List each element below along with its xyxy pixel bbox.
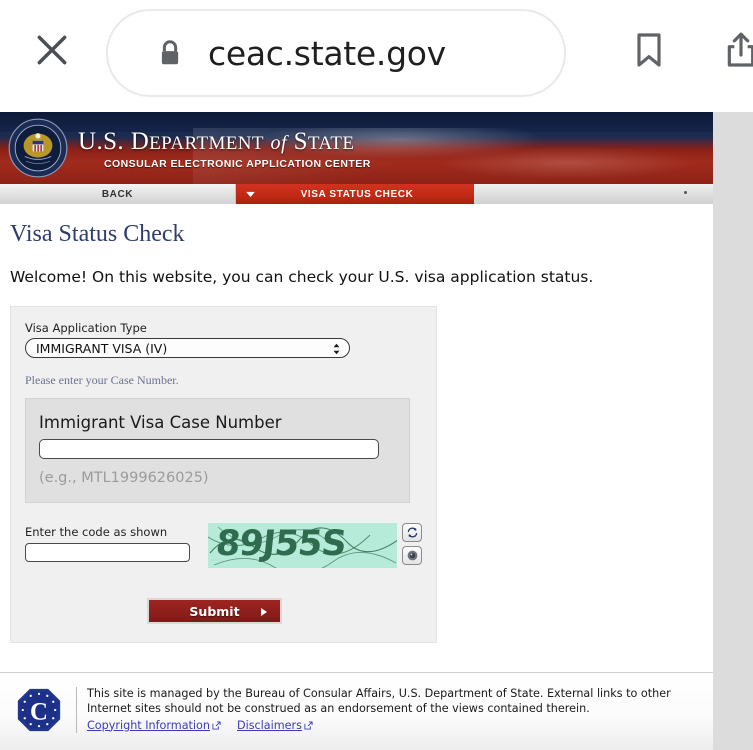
nav-tab-label: VISA STATUS CHECK xyxy=(300,188,414,200)
footer-logo-letter: C xyxy=(30,699,48,726)
visa-status-form: Visa Application Type IMMIGRANT VISA (IV… xyxy=(10,306,437,643)
captcha-image: 89J55S xyxy=(208,523,397,568)
case-number-title: Immigrant Visa Case Number xyxy=(39,413,282,432)
footer-disclaimer: This site is managed by the Bureau of Co… xyxy=(76,687,686,734)
case-number-hint: (e.g., MTL1999626025) xyxy=(39,470,209,486)
dept-of: of xyxy=(270,132,287,154)
submit-button[interactable]: Submit xyxy=(147,598,282,624)
bookmark-button[interactable] xyxy=(624,24,674,76)
bookmark-icon xyxy=(637,33,661,67)
dept-epartment: EPARTMENT xyxy=(149,133,264,154)
browser-toolbar: ceac.state.gov xyxy=(0,0,753,112)
refresh-icon xyxy=(407,527,417,538)
footer-disclaimer-text: This site is managed by the Bureau of Co… xyxy=(87,687,671,715)
captcha-row: Enter the code as shown 89J55S xyxy=(25,523,422,568)
external-link-icon xyxy=(304,721,313,730)
dept-us: U.S. D xyxy=(78,128,150,155)
captcha-input[interactable] xyxy=(25,543,190,562)
captcha-audio-button[interactable] xyxy=(402,546,422,565)
captcha-label: Enter the code as shown xyxy=(25,525,168,539)
nav-tab-visa-status-check[interactable]: VISA STATUS CHECK xyxy=(236,184,474,204)
great-seal-icon xyxy=(8,118,68,178)
arrow-right-icon xyxy=(261,608,267,616)
case-number-box: Immigrant Visa Case Number (e.g., MTL199… xyxy=(25,398,410,503)
select-updown-icon xyxy=(333,343,340,355)
lock-icon xyxy=(150,33,190,73)
navigation-bar: BACK VISA STATUS CHECK xyxy=(0,184,713,204)
footer-link-copyright[interactable]: Copyright Information xyxy=(87,719,221,732)
visa-type-label: Visa Application Type xyxy=(25,321,147,335)
captcha-input-group: Enter the code as shown xyxy=(25,523,208,562)
footer-link-copyright-label: Copyright Information xyxy=(87,718,210,732)
nav-back-button[interactable]: BACK xyxy=(0,184,236,204)
share-icon xyxy=(727,32,753,67)
consular-affairs-seal-icon: C xyxy=(17,688,61,732)
footer-link-disclaimers[interactable]: Disclaimers xyxy=(237,719,313,732)
url-bar[interactable]: ceac.state.gov xyxy=(106,9,566,97)
submit-button-label: Submit xyxy=(189,603,240,619)
close-icon xyxy=(37,35,67,65)
audio-speaker-icon xyxy=(407,550,417,561)
welcome-text: Welcome! On this website, you can check … xyxy=(10,268,594,286)
captcha-code-text: 89J55S xyxy=(214,524,348,564)
footer-link-disclaimers-label: Disclaimers xyxy=(236,718,302,732)
visa-type-selected-value: IMMIGRANT VISA (IV) xyxy=(36,340,168,356)
site-header: U.S. DEPARTMENT of STATE CONSULAR ELECTR… xyxy=(0,112,713,184)
page-title: Visa Status Check xyxy=(10,221,185,247)
page-viewport: U.S. DEPARTMENT of STATE CONSULAR ELECTR… xyxy=(0,112,753,750)
nav-empty-area xyxy=(474,184,713,204)
dept-s: S xyxy=(293,128,308,155)
department-title: U.S. DEPARTMENT of STATE xyxy=(78,129,354,154)
share-button[interactable] xyxy=(716,24,753,76)
web-page: U.S. DEPARTMENT of STATE CONSULAR ELECTR… xyxy=(0,112,713,750)
captcha-refresh-button[interactable] xyxy=(402,523,422,542)
case-number-input[interactable] xyxy=(39,439,379,459)
url-text: ceac.state.gov xyxy=(208,33,446,73)
nav-dot-marker xyxy=(684,191,687,194)
visa-type-select[interactable]: IMMIGRANT VISA (IV) xyxy=(25,338,350,358)
please-enter-note: Please enter your Case Number. xyxy=(25,373,179,387)
main-content: Visa Status Check Welcome! On this websi… xyxy=(0,221,713,643)
site-footer: C This site is managed by the Bureau of … xyxy=(0,673,713,750)
external-link-icon xyxy=(212,721,221,730)
footer-links: Copyright Information Disclaimers xyxy=(87,719,686,734)
submit-row: Submit xyxy=(25,598,422,624)
department-subtitle: CONSULAR ELECTRONIC APPLICATION CENTER xyxy=(104,158,371,170)
captcha-buttons xyxy=(402,523,422,565)
close-button[interactable] xyxy=(30,28,74,72)
chevron-down-icon xyxy=(236,191,264,198)
dept-tate: TATE xyxy=(307,133,355,154)
